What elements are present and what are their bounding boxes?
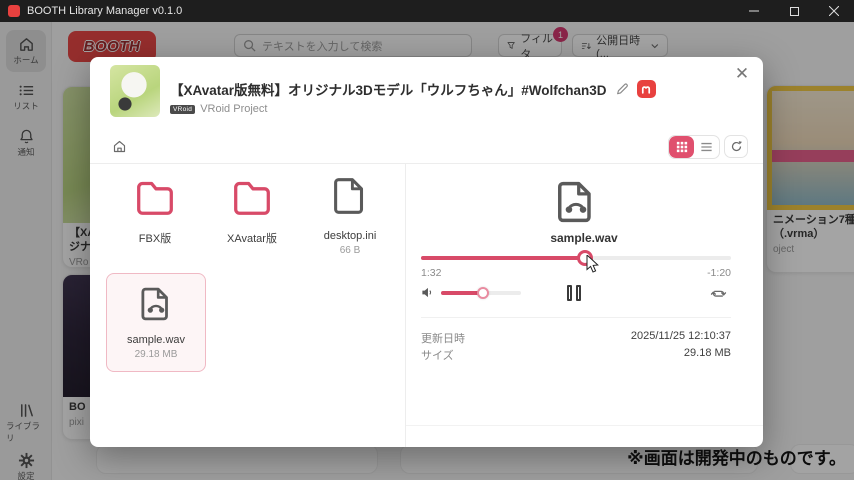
volume-icon[interactable] bbox=[421, 286, 434, 299]
file-name: XAvatar版 bbox=[206, 230, 298, 246]
close-icon[interactable]: ✕ bbox=[731, 63, 753, 85]
metadata-row: 更新日時 2025/11/25 12:10:37 bbox=[421, 330, 731, 346]
file-size: 29.18 MB bbox=[107, 349, 205, 360]
metadata-label: サイズ bbox=[421, 347, 454, 363]
loop-button[interactable] bbox=[710, 285, 727, 307]
pause-button[interactable] bbox=[567, 285, 581, 301]
audio-file-icon-large bbox=[550, 176, 602, 233]
booth-link-icon[interactable] bbox=[637, 80, 656, 98]
breadcrumb-home-icon[interactable] bbox=[112, 139, 127, 159]
file-item-audio-selected[interactable]: sample.wav 29.18 MB bbox=[106, 273, 206, 372]
divider bbox=[421, 317, 731, 318]
seek-bar[interactable] bbox=[421, 256, 731, 260]
item-title: 【XAvatar版無料】オリジナル3Dモデル「ウルフちゃん」#Wolfchan3… bbox=[170, 79, 607, 99]
divider bbox=[90, 163, 763, 164]
file-name: desktop.ini bbox=[304, 230, 396, 242]
list-view-icon bbox=[700, 141, 713, 153]
seek-progress bbox=[421, 256, 585, 260]
titlebar: BOOTH Library Manager v0.1.0 bbox=[0, 0, 854, 22]
maximize-button[interactable] bbox=[774, 0, 814, 22]
grid-view-button[interactable] bbox=[669, 136, 694, 158]
edit-icon[interactable] bbox=[615, 82, 629, 96]
file-item-file[interactable]: desktop.ini 66 B bbox=[304, 173, 396, 256]
file-item-folder[interactable]: XAvatar版 bbox=[206, 173, 298, 246]
file-size: 66 B bbox=[304, 245, 396, 256]
shop-badge: VRoid bbox=[170, 105, 195, 114]
mouse-cursor bbox=[586, 255, 601, 280]
file-item-folder[interactable]: FBX版 bbox=[109, 173, 201, 246]
window-title: BOOTH Library Manager v0.1.0 bbox=[27, 5, 182, 17]
divider bbox=[405, 164, 406, 447]
metadata-value: 2025/11/25 12:10:37 bbox=[631, 330, 731, 346]
metadata-value: 29.18 MB bbox=[684, 347, 731, 363]
volume-handle[interactable] bbox=[477, 287, 489, 299]
folder-icon bbox=[132, 173, 178, 219]
minimize-button[interactable] bbox=[734, 0, 774, 22]
divider bbox=[406, 425, 763, 426]
file-icon bbox=[327, 173, 373, 219]
refresh-button[interactable] bbox=[724, 135, 748, 158]
item-thumbnail bbox=[110, 65, 160, 117]
close-window-button[interactable] bbox=[814, 0, 854, 22]
volume-slider[interactable] bbox=[441, 291, 521, 295]
dev-caption: ※画面は開発中のものです。 bbox=[627, 444, 846, 469]
shop-name: VRoid Project bbox=[200, 103, 267, 115]
view-toggle bbox=[668, 135, 720, 159]
player-file-name: sample.wav bbox=[425, 231, 743, 245]
app-icon bbox=[8, 5, 20, 17]
refresh-icon bbox=[730, 140, 743, 153]
item-detail-modal: ✕ 【XAvatar版無料】オリジナル3Dモデル「ウルフちゃん」#Wolfcha… bbox=[90, 57, 763, 447]
metadata-row: サイズ 29.18 MB bbox=[421, 347, 731, 363]
grid-icon bbox=[676, 141, 688, 153]
list-view-button[interactable] bbox=[694, 136, 719, 158]
file-name: sample.wav bbox=[107, 334, 205, 346]
repeat-icon bbox=[710, 285, 727, 302]
metadata-label: 更新日時 bbox=[421, 330, 465, 346]
audio-file-icon bbox=[135, 283, 177, 325]
file-name: FBX版 bbox=[109, 230, 201, 246]
pause-icon bbox=[567, 285, 572, 301]
folder-icon bbox=[229, 173, 275, 219]
remaining-time: -1:20 bbox=[421, 267, 731, 279]
app-window: ホーム リスト 通知 ライブラリ 設定 BOOTH テキストを入力して検索 フィ… bbox=[0, 0, 854, 480]
